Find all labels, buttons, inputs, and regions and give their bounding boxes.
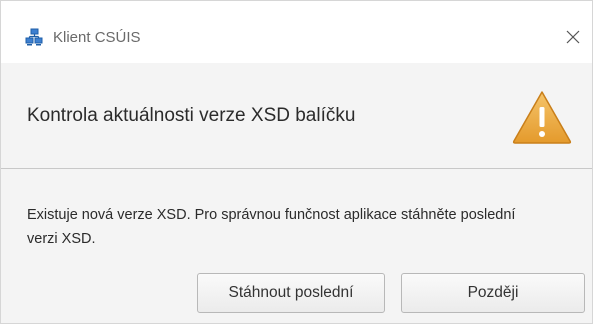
- window-title: Klient CSÚIS: [53, 29, 141, 46]
- download-latest-button[interactable]: Stáhnout poslední: [197, 273, 385, 313]
- dialog-body: Existuje nová verze XSD. Pro správnou fu…: [1, 169, 592, 323]
- title-bar: Klient CSÚIS: [1, 1, 592, 63]
- later-button[interactable]: Později: [401, 273, 585, 313]
- dialog-heading: Kontrola aktuálnosti verze XSD balíčku: [27, 105, 356, 126]
- close-icon: [566, 30, 580, 44]
- dialog-message: Existuje nová verze XSD. Pro správnou fu…: [27, 207, 516, 247]
- warning-icon: [512, 91, 572, 144]
- network-computers-icon: [25, 28, 43, 46]
- dialog-window: Klient CSÚIS Kontrola aktuálnosti verze …: [0, 0, 593, 324]
- close-button[interactable]: [557, 21, 589, 53]
- dialog-header: Kontrola aktuálnosti verze XSD balíčku: [1, 63, 592, 169]
